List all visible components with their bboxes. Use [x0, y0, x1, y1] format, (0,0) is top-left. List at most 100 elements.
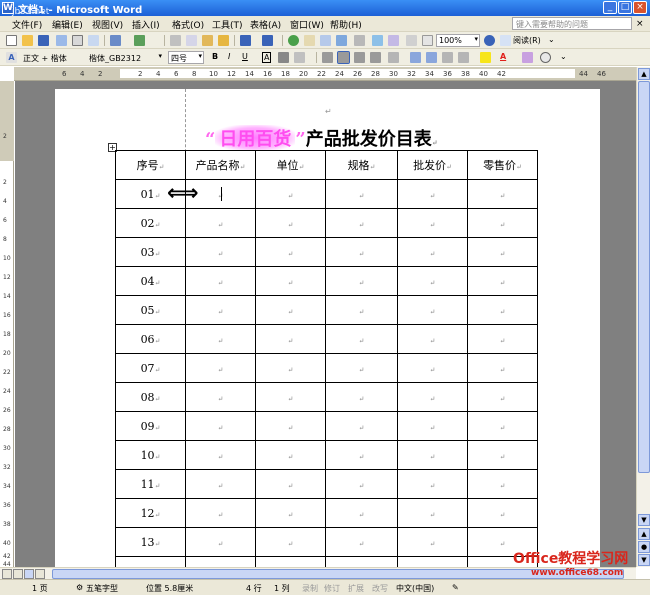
- document-area[interactable]: ↵ “日用百货 ”产品批发价目表↵ + 序号↵ 产品名称↵ 单位↵ 规格↵ 批发价↵ 零售价…: [15, 81, 636, 567]
- bullets-icon[interactable]: [426, 52, 437, 63]
- menu-view[interactable]: 视图(V): [92, 18, 123, 31]
- scroll-up-icon[interactable]: ▲: [638, 68, 650, 80]
- table-cell[interactable]: ↵: [325, 353, 398, 383]
- numbering-icon[interactable]: [410, 52, 421, 63]
- table-cell[interactable]: ↵: [325, 498, 398, 528]
- table-cell[interactable]: ↵: [185, 382, 256, 412]
- input-method-icon[interactable]: ⚙: [76, 583, 83, 592]
- drawing-icon[interactable]: [372, 35, 383, 46]
- row-number-cell[interactable]: 11↵: [115, 469, 186, 499]
- print-icon[interactable]: [72, 35, 83, 46]
- table-cell[interactable]: ↵: [397, 527, 468, 557]
- table-cell[interactable]: ↵: [185, 324, 256, 354]
- table-cell[interactable]: ↵: [397, 353, 468, 383]
- table-cell[interactable]: ↵: [185, 556, 256, 567]
- menu-insert[interactable]: 插入(I): [132, 18, 160, 31]
- menu-format[interactable]: 格式(O): [172, 18, 204, 31]
- row-number-cell[interactable]: 02↵: [115, 208, 186, 238]
- underline-button[interactable]: U: [242, 52, 248, 61]
- table-cell[interactable]: ↵: [397, 469, 468, 499]
- vertical-ruler[interactable]: 2 2 4 6 8 10 12 14 16 18 20 22 24 26 28 …: [0, 81, 14, 568]
- vertical-scrollbar[interactable]: ▲ ▼ ▲ ● ▼: [636, 67, 650, 567]
- minimize-button[interactable]: _: [603, 1, 617, 14]
- table-cell[interactable]: ↵: [255, 324, 326, 354]
- table-cell[interactable]: ↵: [467, 237, 538, 267]
- horizontal-ruler[interactable]: 6 4 2 2 4 6 8 10 12 14 16 18 20 22 24 26…: [14, 67, 636, 81]
- justify-icon[interactable]: [370, 52, 381, 63]
- table-cell[interactable]: ↵: [325, 324, 398, 354]
- format-painter-icon[interactable]: [218, 35, 229, 46]
- read-button[interactable]: 阅读(R): [513, 35, 541, 46]
- table-cell[interactable]: ↵: [255, 556, 326, 567]
- table-cell[interactable]: ↵: [255, 266, 326, 296]
- table-cell[interactable]: ↵: [397, 440, 468, 470]
- font-select[interactable]: 楷体_GB2312 ▾: [86, 51, 164, 64]
- table-cell[interactable]: ↵: [467, 469, 538, 499]
- table-cell[interactable]: ↵: [255, 411, 326, 441]
- status-record[interactable]: 录制: [302, 583, 318, 594]
- document-map-icon[interactable]: [388, 35, 399, 46]
- toolbar-options-icon[interactable]: ⌄: [560, 52, 567, 61]
- enclose-characters-icon[interactable]: [540, 52, 551, 63]
- paste-icon[interactable]: [202, 35, 213, 46]
- table-cell[interactable]: ↵: [255, 237, 326, 267]
- copy-icon[interactable]: [186, 35, 197, 46]
- spelling-icon[interactable]: [110, 35, 121, 46]
- status-extend[interactable]: 扩展: [348, 583, 364, 594]
- table-cell[interactable]: ↵: [325, 237, 398, 267]
- status-overtype[interactable]: 改写: [372, 583, 388, 594]
- row-number-cell[interactable]: ↵: [115, 556, 186, 567]
- zoom-select[interactable]: 100% ▾: [436, 34, 480, 47]
- price-table[interactable]: 序号↵产品名称↵单位↵规格↵批发价↵零售价↵01↵↵↵↵↵↵02↵↵↵↵↵↵03…: [115, 150, 538, 567]
- table-cell[interactable]: ↵: [325, 179, 398, 209]
- toolbar-options-icon[interactable]: ⌄: [548, 35, 555, 44]
- row-number-cell[interactable]: 04↵: [115, 266, 186, 296]
- row-number-cell[interactable]: 10↵: [115, 440, 186, 470]
- table-header-cell[interactable]: 规格↵: [325, 150, 398, 180]
- table-cell[interactable]: ↵: [185, 469, 256, 499]
- columns-icon[interactable]: [354, 35, 365, 46]
- menu-window[interactable]: 窗口(W): [290, 18, 324, 31]
- table-cell[interactable]: ↵: [325, 382, 398, 412]
- table-cell[interactable]: ↵: [185, 353, 256, 383]
- table-cell[interactable]: ↵: [325, 295, 398, 325]
- table-cell[interactable]: ↵: [325, 266, 398, 296]
- table-cell[interactable]: ↵: [467, 208, 538, 238]
- row-number-cell[interactable]: 05↵: [115, 295, 186, 325]
- table-cell[interactable]: ↵: [255, 469, 326, 499]
- previous-page-icon[interactable]: ▲: [638, 528, 650, 540]
- align-left-icon[interactable]: [322, 52, 333, 63]
- table-cell[interactable]: ↵: [185, 527, 256, 557]
- table-cell[interactable]: ↵: [185, 295, 256, 325]
- align-right-icon[interactable]: [354, 52, 365, 63]
- table-cell[interactable]: ↵: [397, 295, 468, 325]
- table-cell[interactable]: ↵: [325, 411, 398, 441]
- menu-tools[interactable]: 工具(T): [212, 18, 243, 31]
- row-number-cell[interactable]: 13↵: [115, 527, 186, 557]
- permission-icon[interactable]: [56, 35, 67, 46]
- new-document-icon[interactable]: [6, 35, 17, 46]
- table-cell[interactable]: ↵: [185, 498, 256, 528]
- table-header-cell[interactable]: 序号↵: [115, 150, 186, 180]
- table-cell[interactable]: ↵: [397, 324, 468, 354]
- table-cell[interactable]: ↵: [467, 353, 538, 383]
- row-number-cell[interactable]: 03↵: [115, 237, 186, 267]
- table-cell[interactable]: ↵: [467, 324, 538, 354]
- next-page-icon[interactable]: ▼: [638, 554, 650, 566]
- maximize-button[interactable]: □: [618, 1, 632, 14]
- table-cell[interactable]: ↵: [325, 527, 398, 557]
- table-cell[interactable]: ↵: [185, 237, 256, 267]
- table-cell[interactable]: ↵: [185, 440, 256, 470]
- align-center-icon[interactable]: [337, 51, 350, 64]
- research-icon[interactable]: [134, 35, 145, 46]
- row-number-cell[interactable]: 09↵: [115, 411, 186, 441]
- vertical-scroll-thumb[interactable]: [638, 81, 650, 473]
- character-shading-icon[interactable]: [278, 52, 289, 63]
- table-header-cell[interactable]: 产品名称↵: [185, 150, 256, 180]
- print-layout-icon[interactable]: [24, 569, 34, 579]
- table-cell[interactable]: ↵: [397, 179, 468, 209]
- table-cell[interactable]: ↵: [185, 266, 256, 296]
- table-header-cell[interactable]: 单位↵: [255, 150, 326, 180]
- web-view-icon[interactable]: [13, 569, 23, 579]
- row-number-cell[interactable]: 07↵: [115, 353, 186, 383]
